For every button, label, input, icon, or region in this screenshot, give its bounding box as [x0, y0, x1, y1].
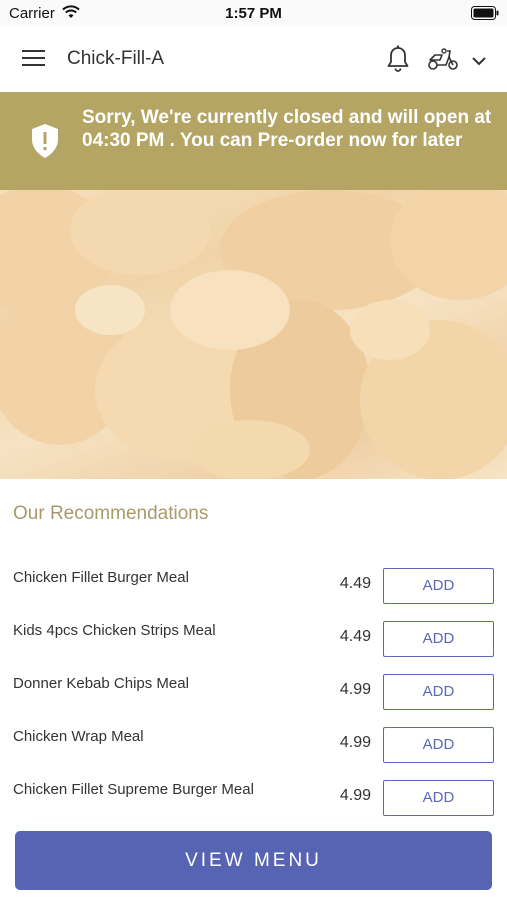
list-item: Chicken Wrap Meal 4.99 ADD	[0, 712, 507, 765]
hero-overlay	[0, 190, 507, 479]
item-name: Chicken Fillet Supreme Burger Meal	[13, 781, 254, 798]
list-item: Chicken Fillet Burger Meal 4.49 ADD	[0, 553, 507, 606]
shield-icon	[30, 123, 60, 164]
list-item: Donner Kebab Chips Meal 4.99 ADD	[0, 659, 507, 712]
status-time: 1:57 PM	[225, 5, 282, 22]
scooter-icon[interactable]	[427, 47, 459, 76]
closed-banner-text: Sorry, We're currently closed and will o…	[82, 107, 492, 151]
recommendations-list: Chicken Fillet Burger Meal 4.49 ADD Kids…	[0, 553, 507, 818]
item-name: Chicken Fillet Burger Meal	[13, 569, 189, 586]
add-button[interactable]: ADD	[383, 568, 494, 604]
add-button[interactable]: ADD	[383, 674, 494, 710]
status-bar: Carrier 1:57 PM	[0, 0, 507, 26]
menu-icon[interactable]	[22, 49, 46, 72]
add-button[interactable]: ADD	[383, 621, 494, 657]
list-item: Kids 4pcs Chicken Strips Meal 4.49 ADD	[0, 606, 507, 659]
list-item: Chicken Fillet Supreme Burger Meal 4.99 …	[0, 765, 507, 818]
item-name: Chicken Wrap Meal	[13, 728, 144, 745]
bell-icon[interactable]	[386, 45, 410, 78]
app-title: Chick-Fill-A	[67, 48, 165, 69]
item-price: 4.99	[339, 681, 371, 698]
item-name: Kids 4pcs Chicken Strips Meal	[13, 622, 216, 639]
item-price: 4.99	[339, 734, 371, 751]
add-button[interactable]: ADD	[383, 727, 494, 763]
item-price: 4.49	[339, 575, 371, 592]
chevron-down-icon[interactable]	[471, 53, 487, 71]
app-header: Chick-Fill-A	[0, 26, 507, 92]
item-name: Donner Kebab Chips Meal	[13, 675, 189, 692]
battery-icon	[471, 6, 499, 25]
hero-image	[0, 190, 507, 479]
item-price: 4.49	[339, 628, 371, 645]
item-price: 4.99	[339, 787, 371, 804]
closed-banner: Sorry, We're currently closed and will o…	[0, 92, 507, 190]
view-menu-button[interactable]: VIEW MENU	[15, 831, 492, 890]
add-button[interactable]: ADD	[383, 780, 494, 816]
recommendations-title: Our Recommendations	[13, 503, 209, 524]
